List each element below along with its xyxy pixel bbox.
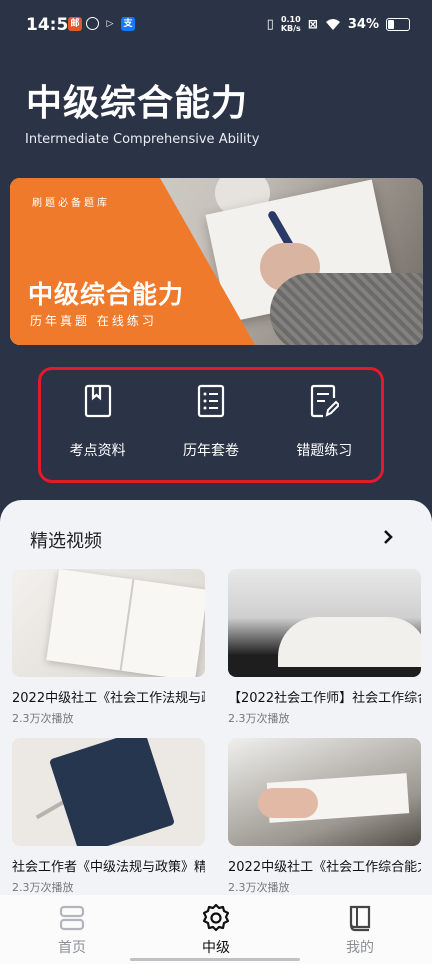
- video-card[interactable]: 2022中级社工《社会工作法规与政策》 2.3万次播放: [12, 569, 205, 726]
- video-thumbnail: [228, 738, 421, 846]
- nav-label: 中级: [202, 940, 230, 956]
- bookmark-book-icon: [84, 384, 111, 418]
- battery-text: 34%: [347, 16, 379, 32]
- video-title: 【2022社会工作师】社会工作综合能力: [228, 691, 421, 706]
- status-app-icons: 邮 ▷ 支: [68, 17, 135, 31]
- chevron-right-icon[interactable]: [380, 528, 396, 546]
- sim-icon: ⊠: [307, 17, 318, 31]
- video-title: 2022中级社工《社会工作法规与政策》: [12, 691, 205, 706]
- nav-item-me[interactable]: 我的: [320, 903, 400, 957]
- promo-banner[interactable]: 刷题必备题库 中级综合能力 历年真题 在线练习: [10, 178, 423, 345]
- video-title: 社会工作者《中级法规与政策》精讲: [12, 860, 205, 875]
- book-icon: [349, 905, 371, 932]
- battery-icon: [386, 17, 410, 31]
- gear-icon: [202, 903, 230, 932]
- alipay-icon: 支: [121, 17, 135, 31]
- home-indicator[interactable]: [130, 958, 300, 961]
- video-plays: 2.3万次播放: [12, 712, 74, 725]
- quick-action-label: 错题练习: [296, 443, 353, 459]
- home-icon: [59, 905, 85, 931]
- video-card[interactable]: 社会工作者《中级法规与政策》精讲 2.3万次播放: [12, 738, 205, 895]
- net-speed: 0.10 KB/s: [280, 15, 301, 33]
- status-right: ▯ 0.10 KB/s ⊠ 34%: [267, 15, 410, 33]
- quick-action-label: 考点资料: [69, 443, 126, 459]
- video-card[interactable]: 【2022社会工作师】社会工作综合能力 2.3万次播放: [228, 569, 421, 726]
- video-thumbnail: [228, 569, 421, 677]
- banner-subtitle: 历年真题 在线练习: [30, 314, 157, 328]
- wifi-icon: [325, 18, 340, 30]
- play-icon: ▷: [106, 19, 114, 29]
- status-bar: 14:59 邮 ▷ 支 ▯ 0.10 KB/s ⊠ 34%: [0, 0, 432, 52]
- page-subtitle: Intermediate Comprehensive Ability: [25, 132, 260, 147]
- list-document-icon: [197, 384, 225, 418]
- video-thumbnail: [12, 738, 205, 846]
- quick-action-past-papers[interactable]: 历年套卷: [156, 370, 266, 460]
- video-plays: 2.3万次播放: [228, 881, 290, 894]
- page-title: 中级综合能力: [26, 83, 249, 124]
- nav-label: 我的: [346, 940, 374, 956]
- nav-item-home[interactable]: 首页: [32, 903, 112, 957]
- quick-actions-highlight: 考点资料 历年套卷 错题练习: [38, 367, 384, 483]
- video-thumbnail: [12, 569, 205, 677]
- bottom-nav: 首页 中级 我的: [0, 895, 432, 964]
- banner-title: 中级综合能力: [28, 280, 185, 309]
- quick-action-wrong-questions[interactable]: 错题练习: [269, 370, 379, 460]
- video-plays: 2.3万次播放: [228, 712, 290, 725]
- video-plays: 2.3万次播放: [12, 881, 74, 894]
- edit-document-icon: [311, 384, 340, 418]
- section-title: 精选视频: [30, 531, 102, 552]
- video-card[interactable]: 2022中级社工《社会工作综合能力》 2.3万次播放: [228, 738, 421, 895]
- vibrate-icon: ▯: [266, 16, 274, 32]
- quick-action-study-materials[interactable]: 考点资料: [43, 370, 153, 460]
- notification-app-icon: [86, 17, 99, 30]
- nav-label: 首页: [58, 940, 86, 956]
- notification-app-icon: 邮: [68, 17, 82, 31]
- quick-action-label: 历年套卷: [182, 443, 239, 459]
- nav-item-intermediate[interactable]: 中级: [176, 903, 256, 957]
- banner-tag: 刷题必备题库: [32, 198, 110, 209]
- video-title: 2022中级社工《社会工作综合能力》: [228, 860, 421, 875]
